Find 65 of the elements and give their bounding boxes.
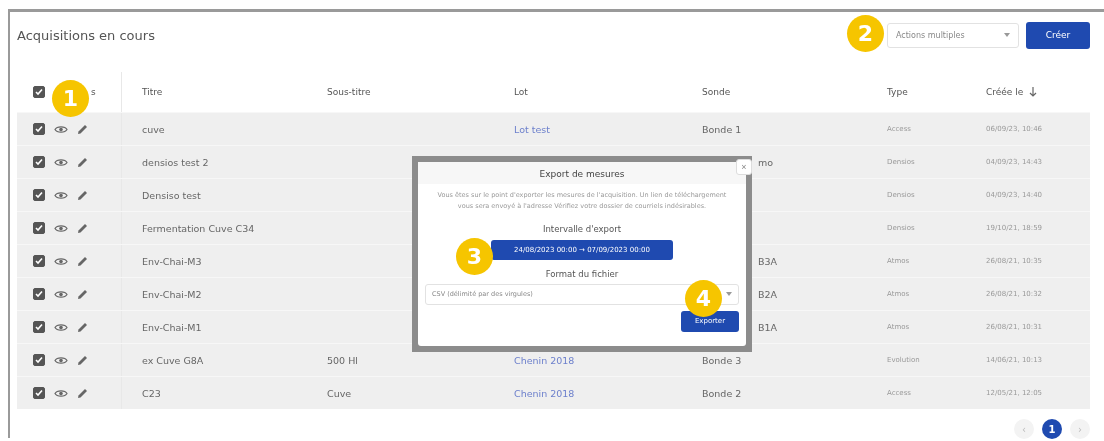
row-checkbox[interactable] bbox=[33, 354, 45, 366]
title-cell: Env-Chai-M3 bbox=[142, 255, 202, 267]
title-cell: densios test 2 bbox=[142, 156, 209, 168]
column-header[interactable]: Sous-titre bbox=[327, 87, 371, 97]
edit-icon[interactable] bbox=[77, 222, 88, 234]
edit-icon[interactable] bbox=[77, 354, 88, 366]
view-icon[interactable] bbox=[54, 256, 68, 266]
edit-icon[interactable] bbox=[77, 387, 88, 399]
row-checkbox[interactable] bbox=[33, 189, 45, 201]
page-button[interactable]: 1 bbox=[1042, 419, 1062, 439]
row-checkbox[interactable] bbox=[33, 123, 45, 135]
probe-cell: Bonde 1 bbox=[702, 123, 742, 135]
probe-cell: B2A bbox=[758, 288, 778, 300]
interval-label: Intervalle d'export bbox=[542, 223, 622, 234]
dialog-title: Export de mesures bbox=[539, 169, 625, 179]
callout-badge: 2 bbox=[847, 15, 884, 52]
column-header: s bbox=[91, 87, 96, 97]
subtitle-cell: Cuve bbox=[327, 387, 352, 399]
view-icon[interactable] bbox=[54, 223, 68, 233]
row-checkbox[interactable] bbox=[33, 288, 45, 300]
title-cell: ex Cuve G8A bbox=[142, 354, 204, 366]
edit-icon[interactable] bbox=[77, 123, 88, 135]
view-icon[interactable] bbox=[54, 289, 68, 299]
probe-cell: Bonde 3 bbox=[702, 354, 742, 366]
row-checkbox[interactable] bbox=[33, 255, 45, 267]
row-checkbox[interactable] bbox=[33, 222, 45, 234]
edit-icon[interactable] bbox=[77, 156, 88, 168]
title-cell: Densiso test bbox=[142, 189, 201, 201]
title-cell: cuve bbox=[142, 123, 165, 135]
probe-cell: B3A bbox=[758, 255, 778, 267]
title-cell: Env-Chai-M1 bbox=[142, 321, 202, 333]
row-checkbox[interactable] bbox=[33, 321, 45, 333]
column-header[interactable]: Titre bbox=[142, 87, 163, 97]
probe-cell: B1A bbox=[758, 321, 778, 333]
view-icon[interactable] bbox=[54, 322, 68, 332]
view-icon[interactable] bbox=[54, 388, 68, 398]
title-cell: Fermentation Cuve C34 bbox=[142, 222, 255, 234]
select-all-checkbox[interactable] bbox=[33, 86, 45, 98]
subtitle-cell: 500 Hl bbox=[327, 354, 358, 366]
column-header[interactable]: Type bbox=[887, 87, 908, 97]
probe-cell: Bonde 2 bbox=[702, 387, 742, 399]
view-icon[interactable] bbox=[54, 190, 68, 200]
create-button[interactable]: Créer bbox=[1026, 21, 1090, 49]
edit-icon[interactable] bbox=[77, 321, 88, 333]
caret-icon bbox=[1004, 33, 1010, 37]
actions-dropdown[interactable]: Actions multiples bbox=[887, 22, 1019, 48]
row-checkbox[interactable] bbox=[33, 156, 45, 168]
sort-arrow-icon[interactable] bbox=[1029, 87, 1038, 97]
column-header[interactable]: Lot bbox=[514, 87, 528, 97]
caret-icon bbox=[726, 292, 732, 297]
page-title: Acquisitions en cours bbox=[17, 27, 155, 43]
close-button[interactable]: × bbox=[736, 159, 752, 175]
edit-icon[interactable] bbox=[77, 189, 88, 201]
view-icon[interactable] bbox=[54, 124, 68, 134]
view-icon[interactable] bbox=[54, 157, 68, 167]
edit-icon[interactable] bbox=[77, 288, 88, 300]
probe-cell: mo bbox=[758, 156, 774, 168]
title-cell: Env-Chai-M2 bbox=[142, 288, 202, 300]
column-header[interactable]: Sonde bbox=[702, 87, 731, 97]
column-header[interactable]: Créée le bbox=[986, 87, 1024, 97]
row-checkbox[interactable] bbox=[33, 387, 45, 399]
edit-icon[interactable] bbox=[77, 255, 88, 267]
format-label: Format du fichier bbox=[545, 268, 619, 279]
title-cell: C23 bbox=[142, 387, 161, 399]
view-icon[interactable] bbox=[54, 355, 68, 365]
